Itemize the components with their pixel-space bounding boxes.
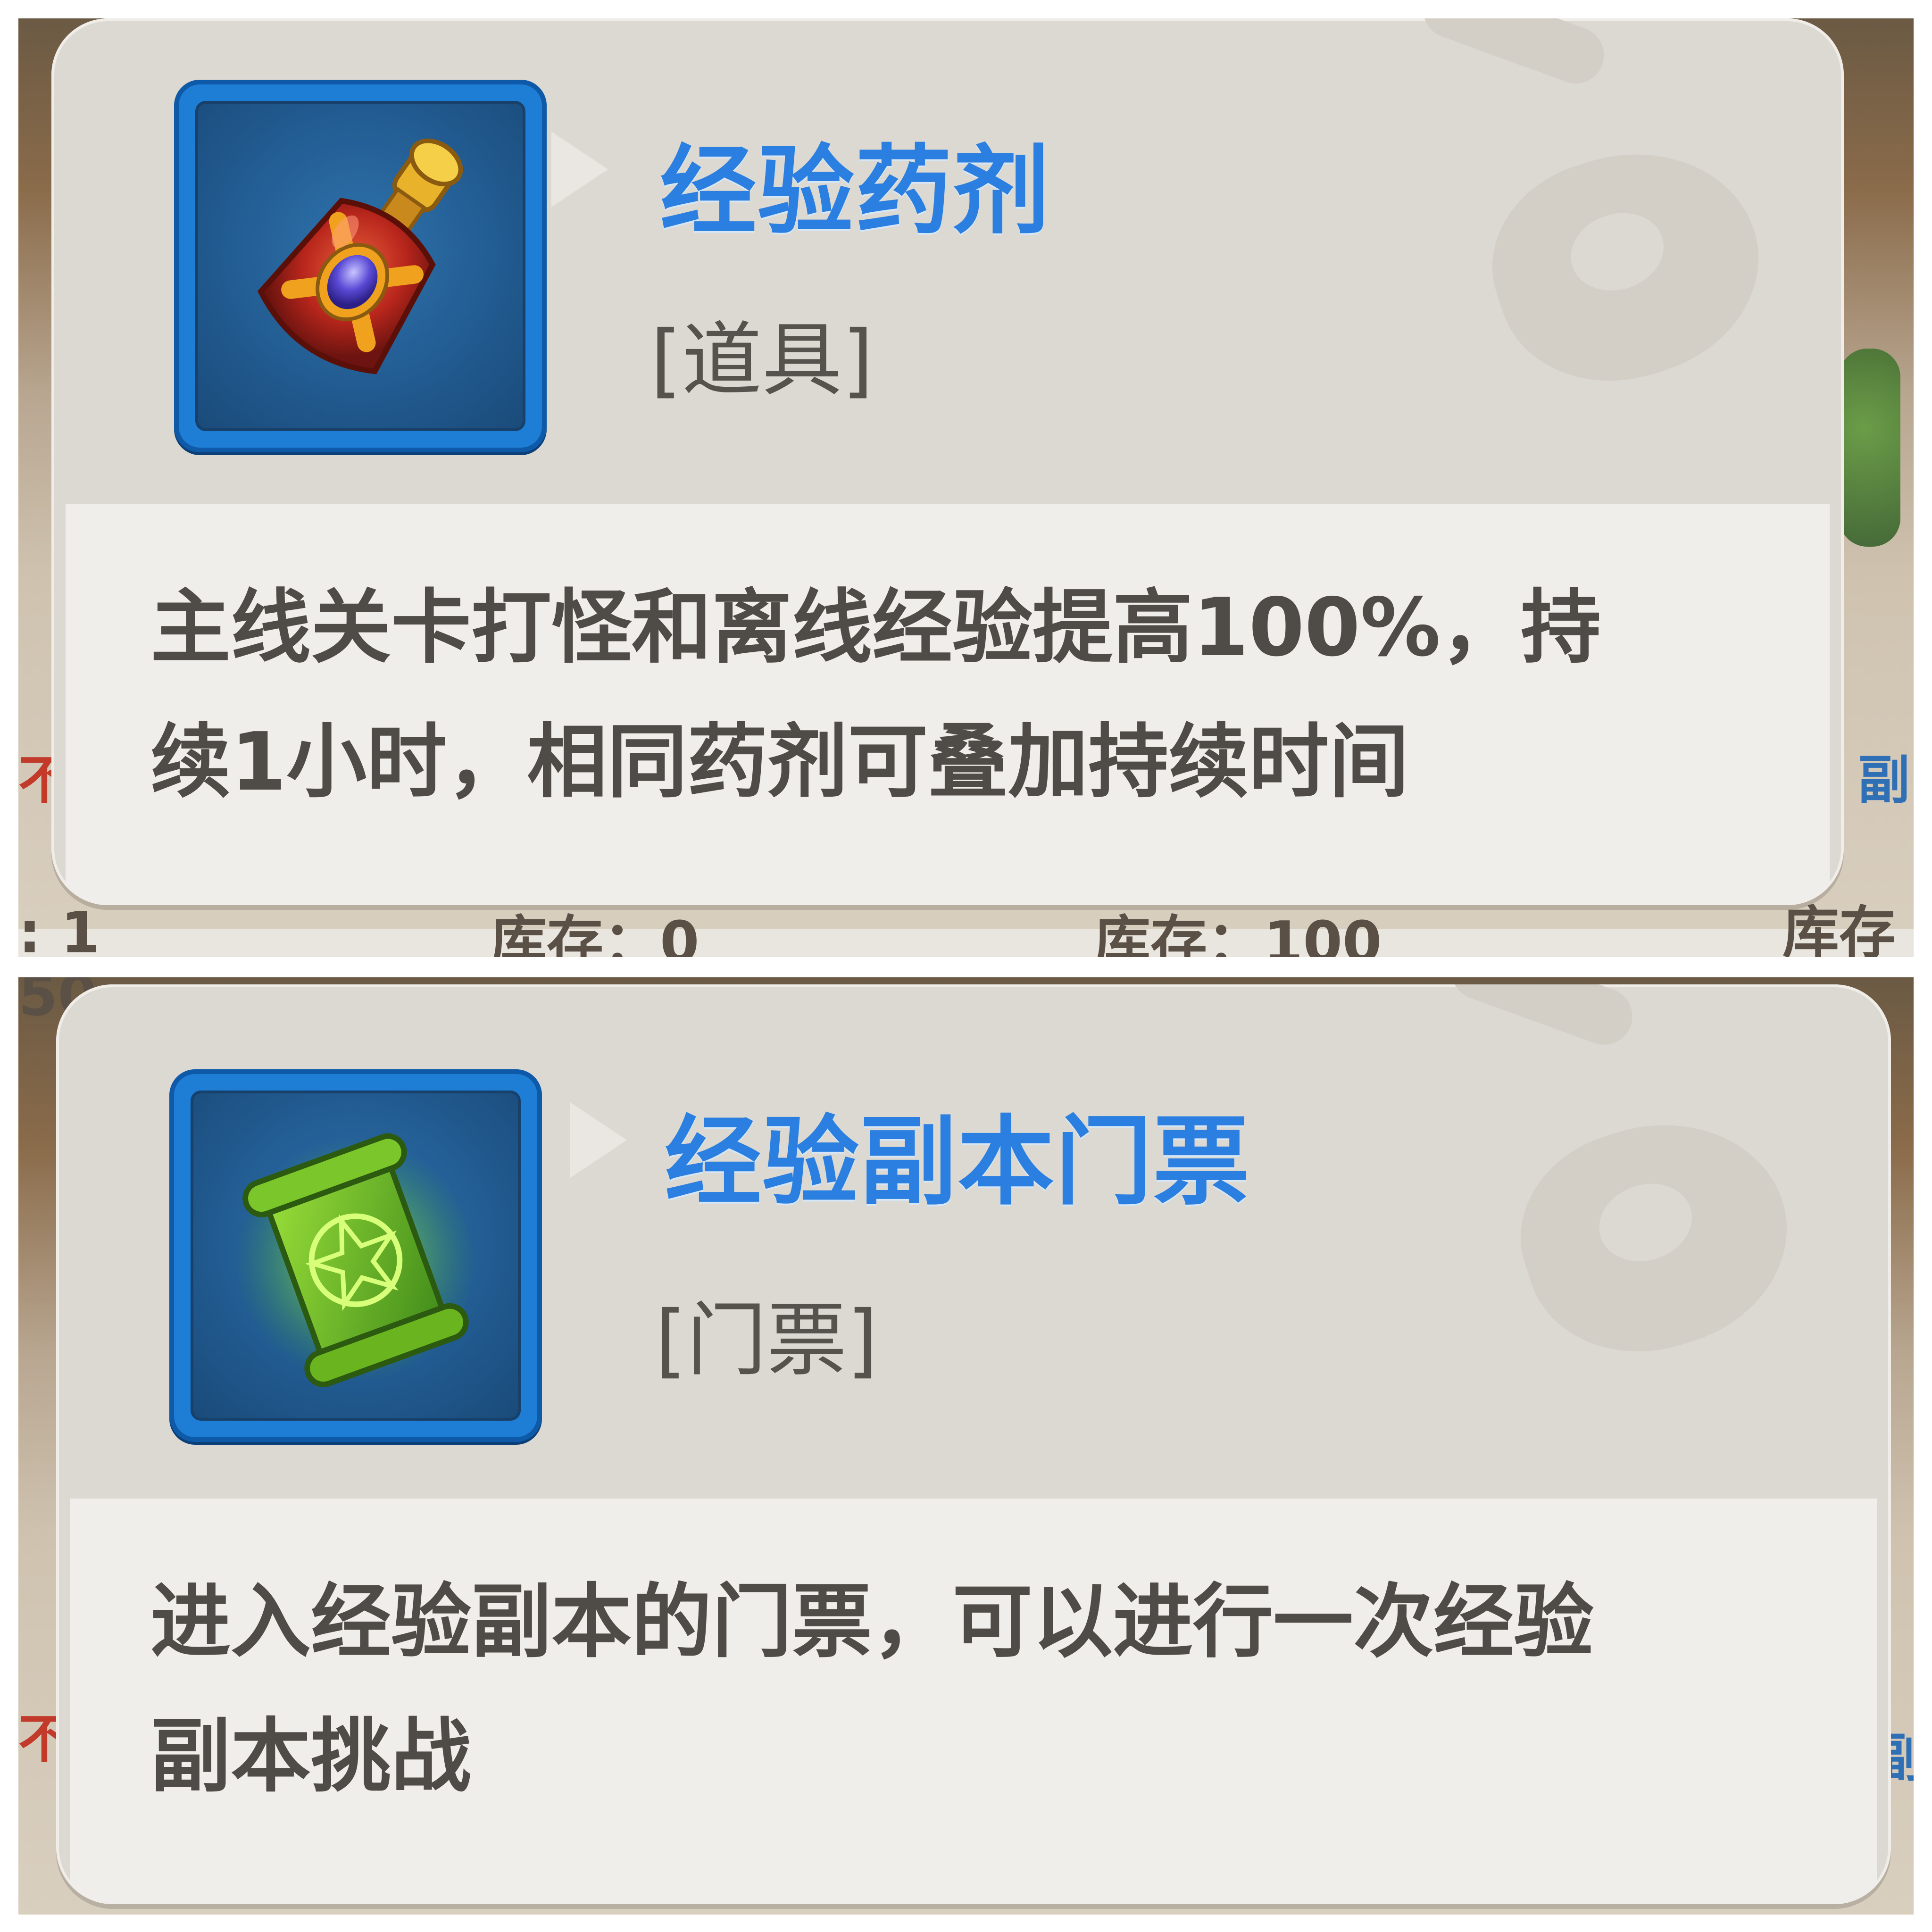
description-line: 主线关卡打怪和离线经验提高100%，持 (150, 581, 1601, 675)
decorative-watermark (1443, 984, 1641, 1053)
inventory-strip (18, 929, 1914, 957)
item-description: 进入经验副本的门票，可以进行一次经验 副本挑战 (150, 1555, 1594, 1824)
decorative-watermark (1415, 18, 1612, 92)
description-panel: 主线关卡打怪和离线经验提高100%，持 续1小时，相同药剂可叠加持续时间 (66, 504, 1830, 905)
description-line: 进入经验副本的门票，可以进行一次经验 (150, 1575, 1594, 1669)
inventory-count: : 1 (18, 900, 100, 958)
inventory-stock: 库存：100 (1094, 910, 1382, 958)
description-line: 续1小时，相同药剂可叠加持续时间 (150, 716, 1409, 809)
screenshot-potion-tooltip: 不 副 : 1 库存：0 库存：100 库存 经验药剂 [道具] 主线关卡打怪和… (18, 18, 1914, 957)
background-blue-text: 副 (1858, 750, 1910, 810)
item-name: 经验药剂 (660, 135, 1050, 248)
inventory-stock: 库存 (1782, 900, 1896, 958)
item-type: [道具] (650, 314, 874, 407)
decorative-arrow-icon (570, 1102, 627, 1178)
item-name: 经验副本门票 (665, 1106, 1250, 1218)
item-tooltip: 经验副本门票 [门票] 进入经验副本的门票，可以进行一次经验 副本挑战 (56, 984, 1891, 1904)
item-icon-frame (174, 80, 547, 452)
item-type: [门票] (655, 1294, 878, 1387)
scroll-icon (191, 1091, 521, 1421)
decorative-watermark (1495, 1090, 1815, 1383)
item-tooltip: 经验药剂 [道具] 主线关卡打怪和离线经验提高100%，持 续1小时，相同药剂可… (51, 18, 1844, 905)
potion-icon (195, 101, 525, 431)
item-icon-frame (169, 1069, 542, 1442)
decorative-arrow-icon (551, 132, 608, 207)
inventory-stock: 库存：0 (490, 910, 700, 958)
screenshot-ticket-tooltip: 50 不 副 经验副本门票 [门票] 进入经验副本的门票，可以进行一次经验 副本… (18, 977, 1914, 1915)
description-panel: 进入经验副本的门票，可以进行一次经验 副本挑战 (70, 1499, 1877, 1904)
background-item-art (1839, 349, 1900, 547)
decorative-watermark (1467, 119, 1787, 413)
item-description: 主线关卡打怪和离线经验提高100%，持 续1小时，相同药剂可叠加持续时间 (150, 561, 1601, 830)
description-line: 副本挑战 (150, 1710, 472, 1803)
